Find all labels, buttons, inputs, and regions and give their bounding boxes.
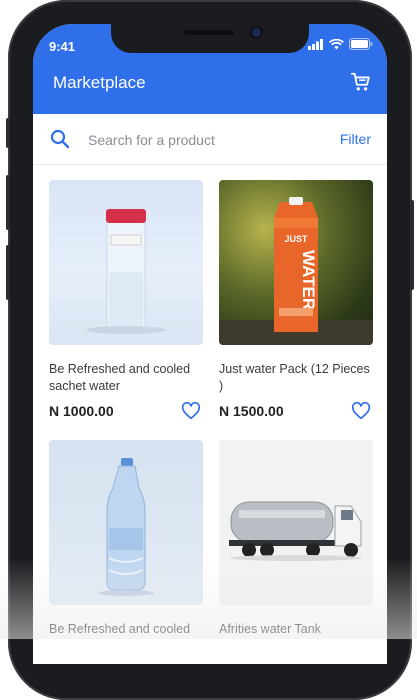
phone-mute-switch xyxy=(6,118,10,148)
product-name: Be Refreshed and cooled xyxy=(49,622,191,636)
cellular-signal-icon xyxy=(308,38,323,50)
product-image[interactable] xyxy=(219,440,373,605)
plastic-water-bottle-photo xyxy=(98,458,154,596)
water-tanker-truck-photo xyxy=(229,501,362,561)
water-bottle-glass-photo xyxy=(86,209,166,334)
search-input[interactable] xyxy=(86,127,290,153)
svg-text:JUST: JUST xyxy=(284,234,308,244)
status-time: 9:41 xyxy=(49,39,76,54)
product-card[interactable]: Be Refreshed and cooled xyxy=(49,440,203,638)
battery-icon xyxy=(349,38,373,50)
just-water-carton-photo: JUST WATER xyxy=(219,197,373,345)
product-card[interactable]: Afrities water Tank xyxy=(219,440,373,638)
product-price: N 1500.00 xyxy=(219,403,284,419)
favorite-heart-icon[interactable] xyxy=(181,402,201,420)
product-name: Just water Pack (12 Pieces ) xyxy=(219,362,370,393)
product-name: Afrities water Tank xyxy=(219,622,321,636)
phone-volume-down xyxy=(6,245,10,300)
status-icons xyxy=(308,37,373,51)
favorite-heart-icon[interactable] xyxy=(351,402,371,420)
product-name: Be Refreshed and cooled sachet water xyxy=(49,362,191,393)
product-card[interactable]: JUST WATER Just water Pack (12 Pieces ) … xyxy=(219,180,373,420)
page-title: Marketplace xyxy=(53,73,146,92)
product-image[interactable] xyxy=(49,440,203,605)
phone-volume-up xyxy=(6,175,10,230)
front-camera xyxy=(252,28,261,37)
search-bar: Filter xyxy=(33,114,387,165)
product-price: N 1000.00 xyxy=(49,403,114,419)
product-card[interactable]: Be Refreshed and cooled sachet water N 1… xyxy=(49,180,203,420)
phone-notch xyxy=(111,24,309,53)
phone-power-button xyxy=(410,200,414,290)
wifi-icon xyxy=(329,38,344,49)
cart-icon[interactable] xyxy=(350,71,372,93)
product-image[interactable] xyxy=(49,180,203,345)
svg-text:WATER: WATER xyxy=(299,250,318,310)
app-screen: 9:41 Marketplace Search for a product Fi… xyxy=(33,24,387,664)
speaker-grille xyxy=(184,30,234,35)
filter-button[interactable]: Filter xyxy=(340,131,371,147)
product-image[interactable]: JUST WATER xyxy=(219,180,373,345)
search-icon[interactable] xyxy=(50,129,70,149)
